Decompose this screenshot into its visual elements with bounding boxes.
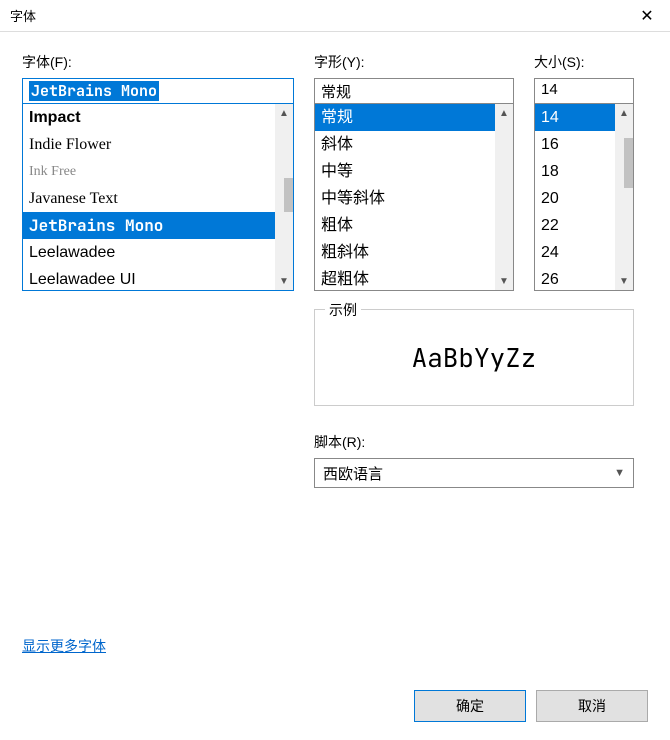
window-title: 字体 bbox=[10, 6, 36, 25]
list-item[interactable]: 斜体 bbox=[315, 131, 495, 158]
list-item[interactable]: 14 bbox=[535, 104, 615, 131]
list-item[interactable]: 中等斜体 bbox=[315, 185, 495, 212]
list-item[interactable]: Javanese Text bbox=[23, 185, 275, 212]
list-item[interactable]: 16 bbox=[535, 131, 615, 158]
right-block: 示例 AaBbYyZz 脚本(R): 西欧语言 ▼ bbox=[314, 291, 648, 488]
list-item[interactable]: Leelawadee UI bbox=[23, 266, 275, 290]
list-item[interactable]: 常规 bbox=[315, 104, 495, 131]
scroll-down-icon[interactable]: ▼ bbox=[495, 272, 513, 290]
list-item[interactable]: 粗斜体 bbox=[315, 239, 495, 266]
cancel-button[interactable]: 取消 bbox=[536, 690, 648, 722]
cancel-button-label: 取消 bbox=[578, 696, 606, 716]
size-listbox[interactable]: 1416182022242628 ▲ ▼ bbox=[534, 103, 634, 291]
font-list-items: ImpactIndie FlowerInk FreeJavanese TextJ… bbox=[23, 104, 275, 290]
style-label: 字形(Y): bbox=[314, 52, 514, 72]
button-row: 确定 取消 bbox=[414, 690, 648, 722]
scroll-down-icon[interactable]: ▼ bbox=[615, 272, 633, 290]
style-input[interactable]: 常规 bbox=[314, 78, 514, 104]
script-selected-value: 西欧语言 bbox=[323, 463, 383, 484]
list-item[interactable]: 24 bbox=[535, 239, 615, 266]
list-item[interactable]: Ink Free bbox=[23, 158, 275, 185]
scroll-down-icon[interactable]: ▼ bbox=[275, 272, 293, 290]
list-item[interactable]: Indie Flower bbox=[23, 131, 275, 158]
font-column: 字体(F): JetBrains Mono ImpactIndie Flower… bbox=[22, 52, 294, 291]
style-list-items: 常规斜体中等中等斜体粗体粗斜体超粗体特粗斜体 bbox=[315, 104, 495, 290]
script-label: 脚本(R): bbox=[314, 432, 648, 452]
top-row: 字体(F): JetBrains Mono ImpactIndie Flower… bbox=[22, 52, 648, 291]
list-item[interactable]: 20 bbox=[535, 185, 615, 212]
close-icon: ✕ bbox=[640, 6, 653, 26]
script-select[interactable]: 西欧语言 ▼ bbox=[314, 458, 634, 488]
style-column: 字形(Y): 常规 常规斜体中等中等斜体粗体粗斜体超粗体特粗斜体 ▲ ▼ bbox=[314, 52, 514, 291]
size-column: 大小(S): 14 1416182022242628 ▲ ▼ bbox=[534, 52, 634, 291]
style-scrollbar[interactable]: ▲ ▼ bbox=[495, 104, 513, 290]
font-scrollbar[interactable]: ▲ ▼ bbox=[275, 104, 293, 290]
scroll-up-icon[interactable]: ▲ bbox=[275, 104, 293, 122]
list-item[interactable]: 中等 bbox=[315, 158, 495, 185]
list-item[interactable]: 22 bbox=[535, 212, 615, 239]
scroll-thumb[interactable] bbox=[624, 138, 634, 188]
size-list-items: 1416182022242628 bbox=[535, 104, 615, 290]
style-listbox[interactable]: 常规斜体中等中等斜体粗体粗斜体超粗体特粗斜体 ▲ ▼ bbox=[314, 103, 514, 291]
list-item[interactable]: 超粗体 bbox=[315, 266, 495, 290]
sample-group: 示例 AaBbYyZz bbox=[314, 309, 634, 406]
scroll-up-icon[interactable]: ▲ bbox=[495, 104, 513, 122]
scroll-thumb[interactable] bbox=[284, 178, 294, 212]
scroll-up-icon[interactable]: ▲ bbox=[615, 104, 633, 122]
font-listbox[interactable]: ImpactIndie FlowerInk FreeJavanese TextJ… bbox=[22, 103, 294, 291]
ok-button-label: 确定 bbox=[456, 696, 484, 716]
chevron-down-icon: ▼ bbox=[614, 467, 625, 479]
font-input-value: JetBrains Mono bbox=[29, 81, 159, 101]
list-item[interactable]: JetBrains Mono bbox=[23, 212, 275, 239]
font-label: 字体(F): bbox=[22, 52, 294, 72]
list-item[interactable]: Leelawadee bbox=[23, 239, 275, 266]
list-item[interactable]: 粗体 bbox=[315, 212, 495, 239]
size-input-value: 14 bbox=[541, 81, 558, 98]
more-fonts-link[interactable]: 显示更多字体 bbox=[22, 636, 106, 656]
list-item[interactable]: 26 bbox=[535, 266, 615, 290]
close-button[interactable]: ✕ bbox=[624, 0, 670, 32]
size-label: 大小(S): bbox=[534, 52, 634, 72]
style-input-value: 常规 bbox=[321, 84, 351, 101]
ok-button[interactable]: 确定 bbox=[414, 690, 526, 722]
list-item[interactable]: Impact bbox=[23, 104, 275, 131]
titlebar: 字体 ✕ bbox=[0, 0, 670, 32]
size-scrollbar[interactable]: ▲ ▼ bbox=[615, 104, 633, 290]
size-input[interactable]: 14 bbox=[534, 78, 634, 104]
sample-text: AaBbYyZz bbox=[325, 340, 623, 375]
font-input[interactable]: JetBrains Mono bbox=[22, 78, 294, 104]
dialog-content: 字体(F): JetBrains Mono ImpactIndie Flower… bbox=[0, 32, 670, 488]
list-item[interactable]: 18 bbox=[535, 158, 615, 185]
sample-legend: 示例 bbox=[325, 300, 361, 320]
